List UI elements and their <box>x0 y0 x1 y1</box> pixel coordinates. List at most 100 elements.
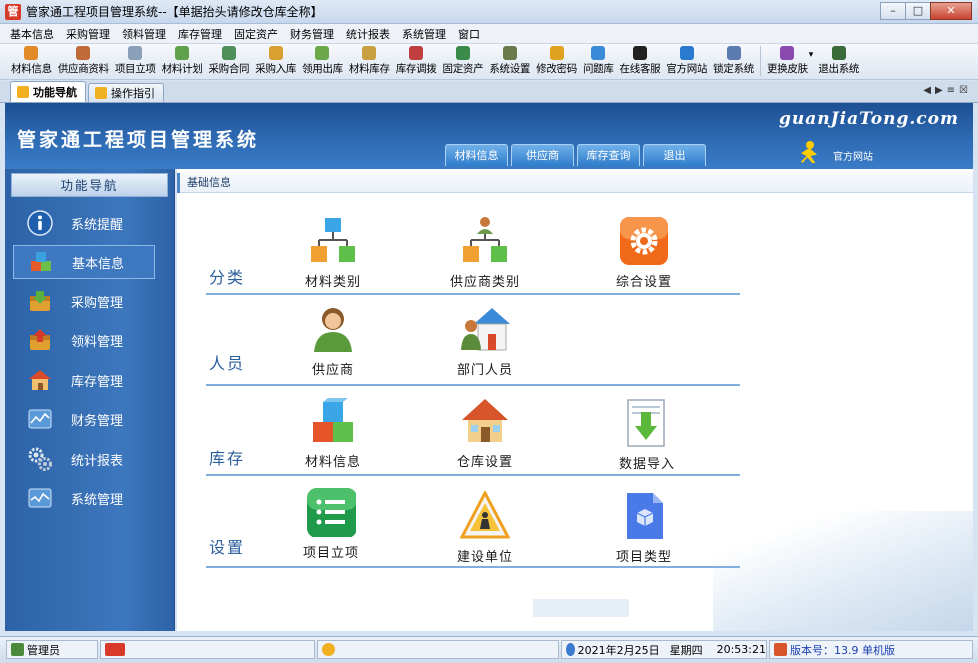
header-banner: 管家通工程项目管理系统 guanJiaTong.com 材料信息 供应商 库存查… <box>5 103 973 169</box>
status-vip <box>100 640 315 659</box>
sidebar-item-finance[interactable]: 财务管理 <box>13 402 155 436</box>
menu-window[interactable]: 窗口 <box>452 26 486 42</box>
toolbar-button-label: 锁定系统 <box>713 63 754 75</box>
globe-icon <box>566 643 575 656</box>
issue-out-icon <box>315 46 330 60</box>
sidebar-item-inventory[interactable]: 库存管理 <box>13 363 155 397</box>
status-weekday: 星期四 <box>669 643 703 657</box>
toolbar-button-issue-out[interactable]: 领用出库 <box>299 44 346 78</box>
toolbar-button-lock[interactable]: 锁定系统 <box>710 44 757 78</box>
list-icon <box>307 488 356 537</box>
tile-label: 项目类型 <box>615 550 672 565</box>
doc-cube-icon <box>627 493 663 539</box>
tile-supplier[interactable]: 供应商 <box>283 304 383 378</box>
menu-system[interactable]: 系统管理 <box>396 26 452 42</box>
menu-issue[interactable]: 领料管理 <box>116 26 172 42</box>
user-group-icon <box>11 643 24 656</box>
sidebar-item-label: 系统提醒 <box>71 217 124 233</box>
official-site-link[interactable]: 官方网站 <box>797 141 873 165</box>
toolbar-button-transfer[interactable]: 库存调拨 <box>393 44 440 78</box>
tab-label: 操作指引 <box>111 87 155 100</box>
import-icon <box>627 399 665 447</box>
tile-data-import[interactable]: 数据导入 <box>597 398 697 472</box>
toolbar-button-skin[interactable]: 更换皮肤 <box>764 44 811 78</box>
skin-dropdown-icon[interactable]: ▾ <box>809 50 814 60</box>
section-label-category: 分类 <box>209 268 246 287</box>
section-divider <box>206 293 740 295</box>
cubes-icon <box>31 252 51 271</box>
warehouse-icon <box>29 370 51 390</box>
close-button[interactable]: ✕ <box>930 2 972 20</box>
sidebar-item-label: 统计报表 <box>71 453 124 469</box>
banner-tab-stock-query[interactable]: 库存查询 <box>577 144 640 166</box>
tab-close-icon[interactable]: ☒ <box>959 85 968 96</box>
toolbar-button-stock[interactable]: 材料库存 <box>346 44 393 78</box>
toolbar-button-plan[interactable]: 材料计划 <box>159 44 206 78</box>
maximize-button[interactable]: □ <box>905 2 931 20</box>
tile-project-type[interactable]: 项目类型 <box>594 491 694 565</box>
toolbar-button-label: 项目立项 <box>114 63 156 75</box>
toolbar-button-website[interactable]: 官方网站 <box>663 44 710 78</box>
tile-general-settings[interactable]: 综合设置 <box>594 216 694 290</box>
toolbar-button-label: 系统设置 <box>489 63 531 75</box>
toolbar-button-supplier[interactable]: 供应商资料 <box>55 44 112 78</box>
house-icon <box>774 643 787 656</box>
toolbar-button-label: 修改密码 <box>536 63 577 75</box>
sidebar-item-basic-info[interactable]: 基本信息 <box>13 245 155 279</box>
tile-supplier-category[interactable]: 供应商类别 <box>435 216 535 290</box>
menu-basic-info[interactable]: 基本信息 <box>4 26 60 42</box>
toolbar-button-purchase-in[interactable]: 采购入库 <box>252 44 299 78</box>
department-icon <box>461 308 510 351</box>
toolbar-button-materials[interactable]: 材料信息 <box>8 44 55 78</box>
toolbar-button-question[interactable]: 问题库 <box>580 44 617 78</box>
banner-tab-materials[interactable]: 材料信息 <box>445 144 508 166</box>
toolbar-button-label: 供应商资料 <box>57 63 109 75</box>
background-decoration <box>533 599 629 617</box>
sidebar-item-reports[interactable]: 统计报表 <box>13 442 155 476</box>
tab-next-icon[interactable]: ▶ <box>935 85 943 96</box>
menu-reports[interactable]: 统计报表 <box>340 26 396 42</box>
minimize-button[interactable]: – <box>880 2 906 20</box>
toolbar-button-contract[interactable]: 采购合同 <box>205 44 252 78</box>
sidebar-item-label: 采购管理 <box>71 295 124 311</box>
tab-prev-icon[interactable]: ◀ <box>923 85 931 96</box>
toolbar-button-service[interactable]: 在线客服 <box>617 44 664 78</box>
tile-material-category[interactable]: 材料类别 <box>283 216 383 290</box>
tab-function-nav[interactable]: 功能导航 <box>10 81 86 102</box>
toolbar-button-project[interactable]: 项目立项 <box>112 44 159 78</box>
purchase-icon <box>30 291 50 311</box>
password-icon <box>549 46 564 60</box>
tab-list-icon[interactable]: ≡ <box>947 85 955 96</box>
menu-inventory[interactable]: 库存管理 <box>172 26 228 42</box>
tile-construction-unit[interactable]: 建设单位 <box>435 491 535 565</box>
banner-tab-suppliers[interactable]: 供应商 <box>511 144 574 166</box>
toolbar-button-label: 库存调拨 <box>395 63 437 75</box>
toolbar-button-exit[interactable]: 退出系统 <box>815 44 862 78</box>
sidebar-item-purchase[interactable]: 采购管理 <box>13 284 155 318</box>
banner-tab-exit[interactable]: 退出 <box>643 144 706 166</box>
status-bar: 管理员 2021年2月25日 星期四 20:53:21 版本号：13.9 单机版 <box>0 636 978 663</box>
house-icon <box>462 399 508 442</box>
toolbar-button-fixed-asset[interactable]: 固定资产 <box>440 44 487 78</box>
toolbar-button-settings[interactable]: 系统设置 <box>486 44 533 78</box>
toolbar-button-password[interactable]: 修改密码 <box>533 44 580 78</box>
cubes-tile-icon <box>313 398 353 442</box>
menu-finance[interactable]: 财务管理 <box>284 26 340 42</box>
section-label-settings: 设置 <box>209 538 246 557</box>
tile-label: 供应商类别 <box>449 275 520 290</box>
sidebar-item-system[interactable]: 系统管理 <box>13 481 155 515</box>
status-user: 管理员 <box>6 640 98 659</box>
sidebar-item-issue[interactable]: 领料管理 <box>13 323 155 357</box>
service-icon <box>632 46 647 60</box>
tab-operation-guide[interactable]: 操作指引 <box>88 83 164 102</box>
tile-label: 供应商 <box>311 363 354 378</box>
tile-warehouse-settings[interactable]: 仓库设置 <box>435 396 535 470</box>
tile-material-info[interactable]: 材料信息 <box>283 396 383 470</box>
tile-project-setup[interactable]: 项目立项 <box>281 487 381 561</box>
menu-purchase[interactable]: 采购管理 <box>60 26 116 42</box>
toolbar-button-label: 官方网站 <box>666 63 708 75</box>
plan-icon <box>175 46 190 60</box>
sidebar-item-reminders[interactable]: 系统提醒 <box>13 206 155 240</box>
menu-fixed-assets[interactable]: 固定资产 <box>228 26 284 42</box>
tile-department-staff[interactable]: 部门人员 <box>435 304 535 378</box>
